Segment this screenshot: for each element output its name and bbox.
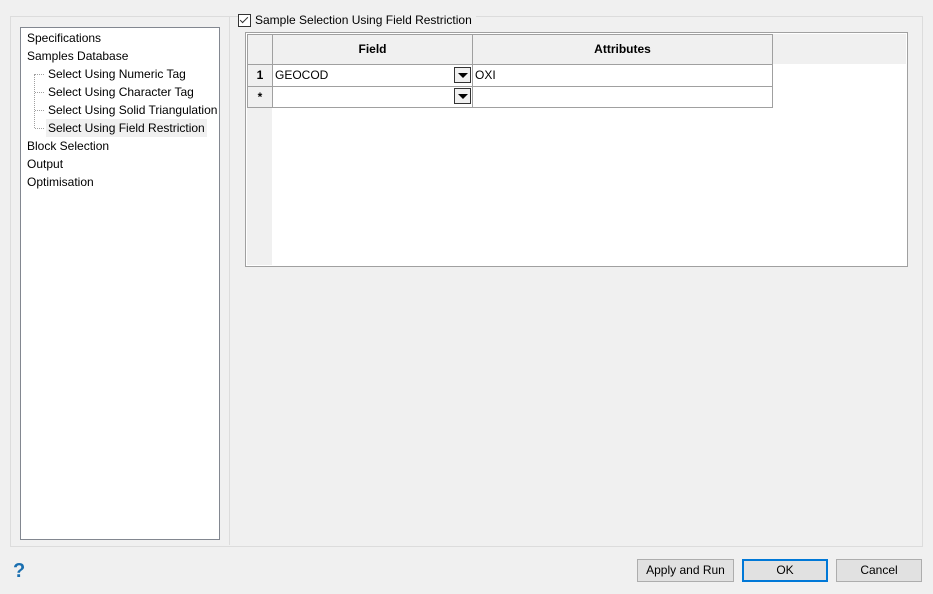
tree-item-numeric-tag[interactable]: Select Using Numeric Tag (46, 65, 188, 83)
field-value: GEOCOD (275, 68, 329, 82)
attributes-cell[interactable]: OXI (473, 65, 773, 87)
tree-item-field-restriction[interactable]: Select Using Field Restriction (46, 119, 207, 137)
help-icon[interactable]: ? (13, 560, 25, 583)
ok-button[interactable]: OK (742, 559, 828, 582)
new-row-header[interactable]: * (247, 87, 273, 108)
tree-connector (35, 74, 44, 75)
tree-item-optimisation[interactable]: Optimisation (27, 173, 94, 191)
tree-connector (35, 92, 44, 93)
tree-item-solid-triangulation[interactable]: Select Using Solid Triangulation (46, 101, 219, 119)
checkbox-checked-icon[interactable] (238, 13, 251, 27)
dropdown-arrow-icon[interactable] (454, 67, 471, 83)
navigation-tree: Specifications Samples Database Select U… (20, 27, 220, 540)
column-header-attributes[interactable]: Attributes (473, 34, 773, 65)
dropdown-arrow-icon[interactable] (454, 88, 471, 104)
tree-item-block-selection[interactable]: Block Selection (27, 137, 109, 155)
cancel-button[interactable]: Cancel (836, 559, 922, 582)
tree-item-samples-database[interactable]: Samples Database (27, 47, 128, 65)
row-header[interactable]: 1 (247, 65, 273, 87)
tree-item-character-tag[interactable]: Select Using Character Tag (46, 83, 196, 101)
tree-item-specifications[interactable]: Specifications (27, 29, 101, 47)
checkbox-label: Sample Selection Using Field Restriction (255, 13, 472, 27)
splitter[interactable] (229, 17, 230, 545)
tree-connector (34, 74, 35, 128)
apply-and-run-button[interactable]: Apply and Run (637, 559, 734, 582)
tree-item-output[interactable]: Output (27, 155, 63, 173)
attributes-cell[interactable] (473, 87, 773, 108)
tree-connector (35, 110, 44, 111)
field-restriction-checkbox[interactable]: Sample Selection Using Field Restriction (238, 13, 476, 27)
field-restriction-grid: Field Attributes 1 GEOCOD OXI * (245, 32, 908, 267)
tree-connector (35, 128, 44, 129)
field-cell[interactable]: GEOCOD (273, 65, 473, 87)
grid-corner (247, 34, 273, 65)
field-cell[interactable] (273, 87, 473, 108)
column-header-field[interactable]: Field (273, 34, 473, 65)
